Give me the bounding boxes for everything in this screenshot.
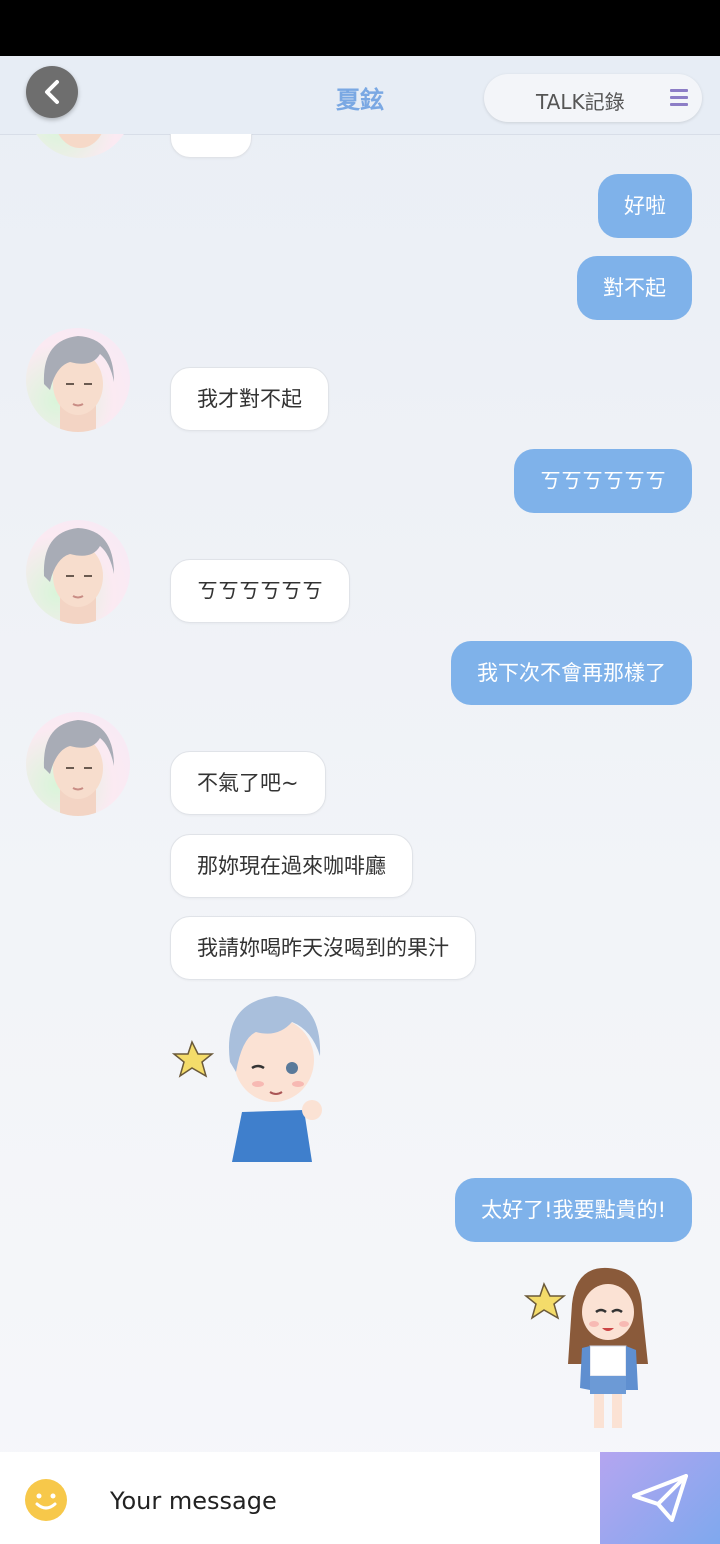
happy-girl-sticker bbox=[523, 1264, 674, 1444]
menu-icon bbox=[670, 89, 688, 107]
chat-area[interactable]: 好啦 對不起 我才對不起 ㄎㄎㄎㄎㄎㄎ ㄎㄎㄎㄎㄎㄎ 我下次不會再那樣了 不氣了… bbox=[0, 134, 720, 1452]
emoji-button[interactable] bbox=[24, 1478, 68, 1522]
message-bubble-outgoing: 太好了!我要點貴的! bbox=[455, 1178, 692, 1242]
message-bubble-incoming: 那妳現在過來咖啡廳 bbox=[170, 834, 413, 898]
send-icon bbox=[632, 1474, 688, 1522]
message-bubble-outgoing: 我下次不會再那樣了 bbox=[451, 641, 692, 705]
character-avatar[interactable] bbox=[26, 328, 130, 432]
chat-header: 夏鉉 TALK記錄 bbox=[0, 56, 720, 135]
message-bubble-incoming: 我才對不起 bbox=[170, 367, 329, 431]
character-avatar[interactable] bbox=[26, 712, 130, 816]
message-bubble-incoming: ㄎㄎㄎㄎㄎㄎ bbox=[170, 559, 350, 623]
wink-heart-sticker bbox=[171, 992, 342, 1162]
message-bubble-outgoing: 對不起 bbox=[577, 256, 692, 320]
message-bubble-incoming: 我請妳喝昨天沒喝到的果汁 bbox=[170, 916, 476, 980]
character-avatar[interactable] bbox=[26, 520, 130, 624]
status-bar bbox=[0, 0, 720, 56]
talk-log-label: TALK記錄 bbox=[536, 90, 625, 114]
message-bubble-outgoing: ㄎㄎㄎㄎㄎㄎ bbox=[514, 449, 692, 513]
talk-log-button[interactable]: TALK記錄 bbox=[484, 74, 702, 122]
message-bubble-outgoing: 好啦 bbox=[598, 174, 692, 238]
message-bubble-incoming: 不氣了吧~ bbox=[170, 751, 326, 815]
character-avatar[interactable] bbox=[28, 134, 132, 158]
smiley-icon bbox=[25, 1479, 67, 1521]
message-input-bar bbox=[0, 1452, 720, 1544]
message-input[interactable] bbox=[108, 1482, 572, 1520]
partial-message-bubble bbox=[170, 134, 252, 158]
send-button[interactable] bbox=[600, 1452, 720, 1544]
